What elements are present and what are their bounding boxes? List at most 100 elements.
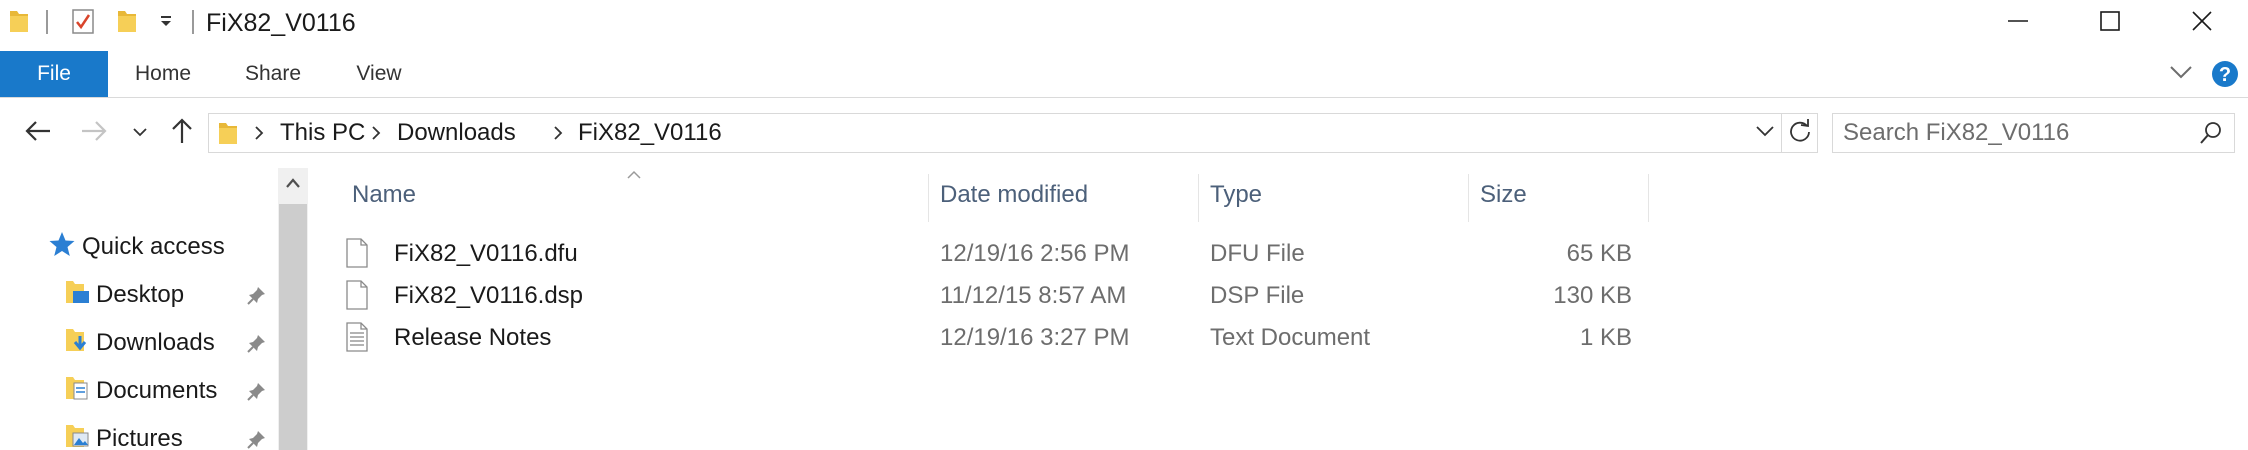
column-divider[interactable] xyxy=(1648,174,1649,222)
nav-item-desktop[interactable]: Desktop xyxy=(64,274,184,316)
address-dropdown-button[interactable] xyxy=(1755,114,1775,152)
pictures-folder-icon xyxy=(64,422,90,450)
search-icon[interactable] xyxy=(2199,121,2223,150)
file-row[interactable]: FiX82_V0116.dsp 11/12/15 8:57 AM DSP Fil… xyxy=(346,275,1958,317)
forward-arrow-icon[interactable] xyxy=(80,119,108,148)
tab-home[interactable]: Home xyxy=(118,51,208,97)
address-divider xyxy=(1781,114,1782,152)
file-row[interactable]: Release Notes 12/19/16 3:27 PM Text Docu… xyxy=(346,317,1958,359)
column-divider[interactable] xyxy=(928,174,929,222)
forward-button[interactable] xyxy=(74,113,114,153)
help-icon[interactable]: ? xyxy=(2210,61,2240,93)
nav-item-downloads[interactable]: Downloads xyxy=(64,322,215,364)
file-row[interactable]: FiX82_V0116.dfu 12/19/16 2:56 PM DFU Fil… xyxy=(346,233,1958,275)
file-size: 130 KB xyxy=(1553,282,1632,309)
scroll-thumb[interactable] xyxy=(279,204,307,450)
chevron-right-icon[interactable] xyxy=(253,114,265,152)
back-arrow-icon[interactable] xyxy=(24,119,52,148)
address-bar[interactable]: This PC Downloads FiX82_V0116 xyxy=(208,113,1818,153)
refresh-icon[interactable] xyxy=(1787,118,1813,149)
breadcrumb-this-pc[interactable]: This PC xyxy=(280,114,365,152)
star-icon xyxy=(48,230,76,265)
blank-file-icon xyxy=(346,280,368,315)
chevron-down-icon[interactable] xyxy=(1755,124,1775,143)
help-button[interactable]: ? xyxy=(2210,59,2240,89)
new-folder-button[interactable] xyxy=(116,8,138,38)
nav-label: Desktop xyxy=(96,281,185,308)
minimize-icon[interactable] xyxy=(2006,9,2030,38)
column-divider[interactable] xyxy=(1198,174,1199,222)
chevron-right-icon[interactable] xyxy=(370,114,382,152)
sort-ascending-icon xyxy=(626,168,642,186)
chevron-down-icon[interactable] xyxy=(133,124,147,142)
nav-label: Documents xyxy=(96,377,218,404)
search-box[interactable] xyxy=(1832,113,2235,153)
pin-icon[interactable] xyxy=(246,274,268,316)
maximize-button[interactable] xyxy=(2064,0,2156,46)
breadcrumb-current-label: FiX82_V0116 xyxy=(578,119,722,146)
properties-icon[interactable] xyxy=(70,7,96,40)
file-type: DSP File xyxy=(1210,282,1305,309)
file-name: FiX82_V0116.dfu xyxy=(394,240,578,267)
maximize-icon[interactable] xyxy=(2098,9,2122,38)
ribbon-divider xyxy=(0,97,2248,98)
nav-scrollbar[interactable] xyxy=(278,168,308,450)
folder-icon[interactable] xyxy=(8,8,30,39)
refresh-button[interactable] xyxy=(1787,114,1813,152)
up-arrow-icon[interactable] xyxy=(170,117,194,150)
breadcrumb-downloads[interactable]: Downloads xyxy=(397,114,516,152)
svg-text:?: ? xyxy=(2219,64,2231,86)
file-type: Text Document xyxy=(1210,324,1371,351)
properties-button[interactable] xyxy=(70,8,96,38)
breadcrumb-current-folder[interactable]: FiX82_V0116 xyxy=(554,114,722,152)
customize-toolbar-button[interactable] xyxy=(158,8,174,38)
chevron-up-icon[interactable] xyxy=(285,176,301,194)
pin-icon[interactable] xyxy=(246,322,268,364)
pin-icon[interactable] xyxy=(246,418,268,450)
chevron-down-icon[interactable] xyxy=(2169,64,2193,85)
column-divider[interactable] xyxy=(1468,174,1469,222)
quick-access-toolbar xyxy=(8,8,30,38)
file-name: FiX82_V0116.dsp xyxy=(394,282,584,309)
text-file-icon xyxy=(346,322,368,357)
recent-locations-button[interactable] xyxy=(128,113,152,153)
documents-folder-icon xyxy=(64,374,90,409)
minimize-button[interactable] xyxy=(1972,0,2064,46)
close-button[interactable] xyxy=(2156,0,2248,46)
tab-file[interactable]: File xyxy=(0,51,108,97)
tab-view[interactable]: View xyxy=(334,51,424,97)
customize-dropdown-icon[interactable] xyxy=(158,13,174,34)
ribbon-tabs: File Home Share View ? xyxy=(0,51,2248,97)
column-header-size[interactable]: Size xyxy=(1480,168,1527,222)
toolbar-divider xyxy=(192,10,194,34)
tab-share[interactable]: Share xyxy=(228,51,318,97)
column-header-date-modified[interactable]: Date modified xyxy=(940,168,1088,222)
nav-item-pictures[interactable]: Pictures xyxy=(64,418,183,450)
nav-quick-access[interactable]: Quick access xyxy=(48,226,225,268)
back-button[interactable] xyxy=(18,113,58,153)
downloads-folder-icon xyxy=(64,326,90,361)
pin-icon[interactable] xyxy=(246,370,268,412)
file-name: Release Notes xyxy=(394,324,552,351)
column-header-type[interactable]: Type xyxy=(1210,168,1262,222)
file-list: Name Date modified Type Size FiX82_V0116… xyxy=(310,168,2248,450)
close-icon[interactable] xyxy=(2190,9,2214,38)
file-size: 1 KB xyxy=(1579,324,1632,351)
expand-ribbon-button[interactable] xyxy=(2168,61,2194,87)
navigation-pane: Quick access Desktop Downloads Documents… xyxy=(0,168,278,450)
search-input[interactable] xyxy=(1843,114,2183,152)
title-bar: FiX82_V0116 xyxy=(0,0,2248,46)
folder-icon xyxy=(217,120,239,151)
nav-item-documents[interactable]: Documents xyxy=(64,370,217,412)
new-folder-icon[interactable] xyxy=(116,8,138,39)
up-button[interactable] xyxy=(162,113,202,153)
file-date: 12/19/16 2:56 PM xyxy=(940,240,1130,267)
nav-label: Pictures xyxy=(96,425,183,450)
nav-label: Quick access xyxy=(82,233,225,260)
nav-label: Downloads xyxy=(96,329,215,356)
file-type: DFU File xyxy=(1210,240,1305,267)
column-header-name[interactable]: Name xyxy=(352,168,416,222)
scroll-up-button[interactable] xyxy=(278,168,308,202)
file-date: 12/19/16 3:27 PM xyxy=(940,324,1130,351)
desktop-folder-icon xyxy=(64,278,90,313)
